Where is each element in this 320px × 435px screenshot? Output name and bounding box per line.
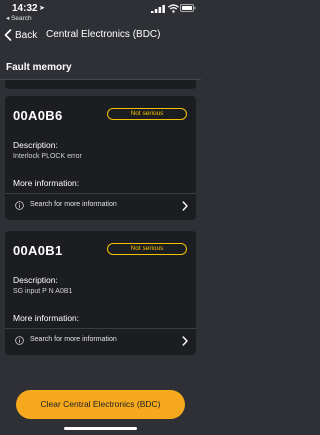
info-circle-icon	[15, 201, 24, 210]
fault-card: 00A0B6 Not serious Description: Interloc…	[5, 96, 196, 220]
cellular-signal-icon	[151, 5, 165, 13]
more-information-label: More information:	[13, 313, 80, 323]
page-title: Central Electronics (BDC)	[46, 29, 161, 40]
severity-badge: Not serious	[107, 108, 187, 120]
search-more-info-button[interactable]: Search for more information	[5, 194, 196, 218]
clear-fault-memory-button[interactable]: Clear Central Electronics (BDC)	[16, 390, 185, 419]
info-circle-icon	[15, 336, 24, 345]
chevron-left-icon	[4, 29, 12, 41]
more-information-label: More information:	[13, 178, 80, 188]
battery-icon	[180, 4, 196, 12]
description-label: Description:	[13, 140, 58, 150]
status-bar: 14:32 ➤ ◂ Search	[0, 0, 201, 22]
search-more-info-label: Search for more information	[30, 201, 117, 208]
fault-card: 00A0B1 Not serious Description: SG input…	[5, 231, 196, 355]
home-indicator[interactable]	[64, 427, 137, 430]
fault-code: 00A0B6	[13, 108, 63, 123]
description-value: Interlock PLOCK error	[13, 153, 82, 160]
chevron-right-icon	[182, 201, 188, 211]
back-button[interactable]: Back	[4, 27, 37, 43]
back-label: Back	[15, 29, 38, 41]
status-time: 14:32	[12, 3, 38, 14]
fault-code: 00A0B1	[13, 243, 63, 258]
search-more-info-button[interactable]: Search for more information	[5, 329, 196, 353]
return-to-app-link[interactable]: ◂ Search	[6, 14, 32, 22]
severity-badge: Not serious	[107, 243, 187, 255]
fault-card-partial	[5, 80, 196, 89]
description-label: Description:	[13, 275, 58, 285]
navigation-bar: Back Central Electronics (BDC)	[0, 23, 201, 47]
search-more-info-label: Search for more information	[30, 336, 117, 343]
location-arrow-icon: ➤	[39, 5, 45, 12]
description-value: SG input P N A0B1	[13, 288, 73, 295]
wifi-icon	[168, 4, 179, 13]
chevron-right-icon	[182, 336, 188, 346]
section-title: Fault memory	[6, 62, 72, 73]
